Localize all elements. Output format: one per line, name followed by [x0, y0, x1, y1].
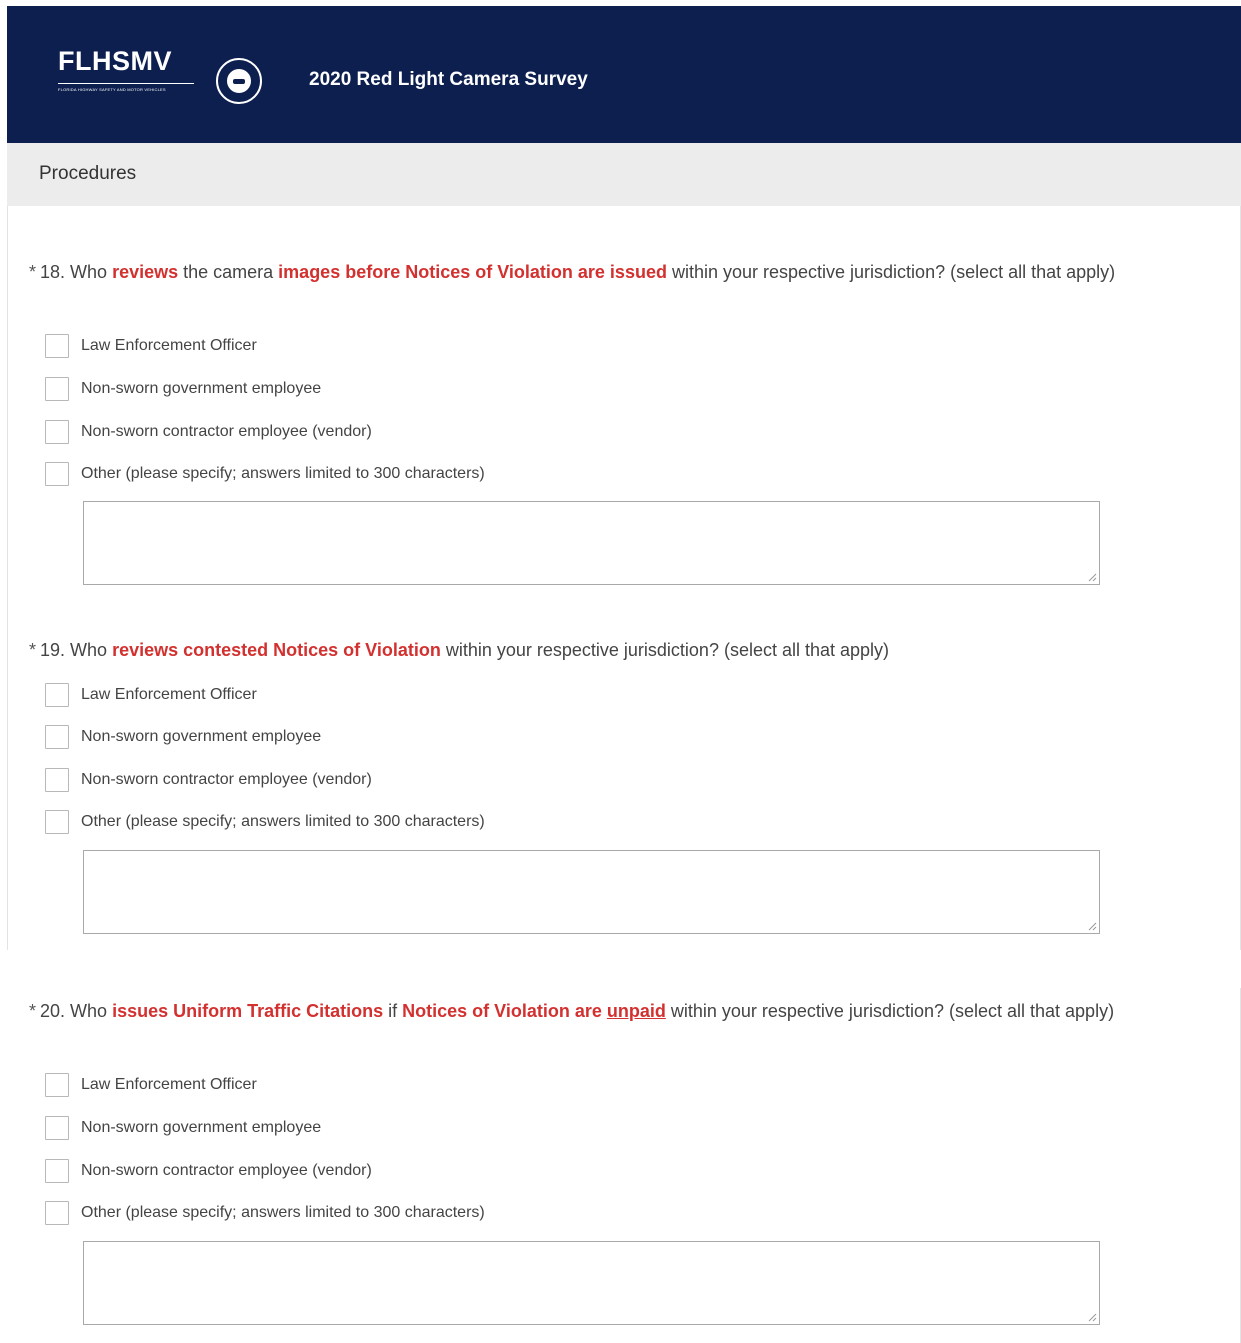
question-1-other-textarea[interactable] [83, 501, 1100, 585]
question-1-text: * 18. Who reviews the camera images befor… [29, 257, 1189, 287]
checkbox[interactable] [45, 768, 69, 792]
resize-grip-icon[interactable] [1087, 1312, 1097, 1322]
option-label[interactable]: Non-sworn government employee [81, 728, 321, 746]
option-label[interactable]: Other (please specify; answers limited t… [81, 813, 485, 831]
checkbox[interactable] [45, 1201, 69, 1225]
option-label[interactable]: Non-sworn government employee [81, 380, 321, 398]
question-3-option-3[interactable]: Non-sworn contractor employee (vendor) [45, 1159, 372, 1183]
checkbox[interactable] [45, 683, 69, 707]
question-text-segment: within your respective jurisdiction? (se… [440, 640, 890, 660]
required-marker: * [29, 262, 37, 282]
section-bar: Procedures [7, 143, 1241, 206]
highway-patrol-seal-icon [216, 58, 262, 104]
question-3-option-1[interactable]: Law Enforcement Officer [45, 1073, 257, 1097]
option-label[interactable]: Non-sworn contractor employee (vendor) [81, 771, 372, 789]
question-2-option-3[interactable]: Non-sworn contractor employee (vendor) [45, 768, 372, 792]
question-3-option-2[interactable]: Non-sworn government employee [45, 1116, 321, 1140]
question-text-segment: the camera [178, 262, 279, 282]
question-2-option-2[interactable]: Non-sworn government employee [45, 725, 321, 749]
question-emphasis: issues Uniform Traffic Citations [112, 1001, 384, 1021]
question-2-option-1[interactable]: Law Enforcement Officer [45, 683, 257, 707]
checkbox[interactable] [45, 462, 69, 486]
option-label[interactable]: Non-sworn contractor employee (vendor) [81, 1162, 372, 1180]
option-label[interactable]: Other (please specify; answers limited t… [81, 465, 485, 483]
resize-grip-icon[interactable] [1087, 921, 1097, 931]
question-emphasis: reviews [112, 262, 179, 282]
question-1-option-2[interactable]: Non-sworn government employee [45, 377, 321, 401]
question-emphasis: reviews contested Notices of Violation [112, 640, 441, 660]
question-2-other-textarea[interactable] [83, 850, 1100, 934]
question-3-option-4[interactable]: Other (please specify; answers limited t… [45, 1201, 485, 1225]
checkbox[interactable] [45, 377, 69, 401]
question-2-text: * 19. Who reviews contested Notices of Vi… [29, 635, 1189, 665]
checkbox[interactable] [45, 1116, 69, 1140]
option-label[interactable]: Law Enforcement Officer [81, 1076, 257, 1094]
checkbox[interactable] [45, 1159, 69, 1183]
option-label[interactable]: Other (please specify; answers limited t… [81, 1204, 485, 1222]
question-emphasis: unpaid [606, 1001, 666, 1021]
page-border-left [7, 206, 8, 950]
survey-title: 2020 Red Light Camera Survey [309, 69, 588, 90]
question-text-segment: 20. Who [40, 1001, 113, 1021]
section-title: Procedures [39, 163, 137, 184]
question-text-segment: within your respective jurisdiction? (se… [666, 262, 1116, 282]
flhsmv-logo-subtext: FLORIDA HIGHWAY SAFETY AND MOTOR VEHICLE… [58, 83, 194, 95]
survey-header: FLHSMV FLORIDA HIGHWAY SAFETY AND MOTOR … [7, 6, 1241, 143]
checkbox[interactable] [45, 1073, 69, 1097]
question-1-option-3[interactable]: Non-sworn contractor employee (vendor) [45, 420, 372, 444]
checkbox[interactable] [45, 725, 69, 749]
option-label[interactable]: Non-sworn contractor employee (vendor) [81, 423, 372, 441]
required-marker: * [29, 640, 37, 660]
question-2-option-4[interactable]: Other (please specify; answers limited t… [45, 810, 485, 834]
question-emphasis: Notices of Violation are [402, 1001, 607, 1021]
option-label[interactable]: Law Enforcement Officer [81, 337, 257, 355]
checkbox[interactable] [45, 810, 69, 834]
question-text-segment: 19. Who [40, 640, 113, 660]
question-text-segment: if [383, 1001, 403, 1021]
page-break [0, 950, 1241, 988]
question-3-other-textarea[interactable] [83, 1241, 1100, 1325]
flhsmv-logo: FLHSMV [58, 46, 172, 76]
resize-grip-icon[interactable] [1087, 572, 1097, 582]
option-label[interactable]: Law Enforcement Officer [81, 686, 257, 704]
question-text-segment: within your respective jurisdiction? (se… [665, 1001, 1115, 1021]
question-1-option-1[interactable]: Law Enforcement Officer [45, 334, 257, 358]
question-1-option-4[interactable]: Other (please specify; answers limited t… [45, 462, 485, 486]
option-label[interactable]: Non-sworn government employee [81, 1119, 321, 1137]
question-3-text: * 20. Who issues Uniform Traffic Citation… [29, 996, 1189, 1026]
question-emphasis: images before Notices of Violation are i… [278, 262, 667, 282]
question-text-segment: 18. Who [40, 262, 113, 282]
required-marker: * [29, 1001, 37, 1021]
checkbox[interactable] [45, 334, 69, 358]
checkbox[interactable] [45, 420, 69, 444]
